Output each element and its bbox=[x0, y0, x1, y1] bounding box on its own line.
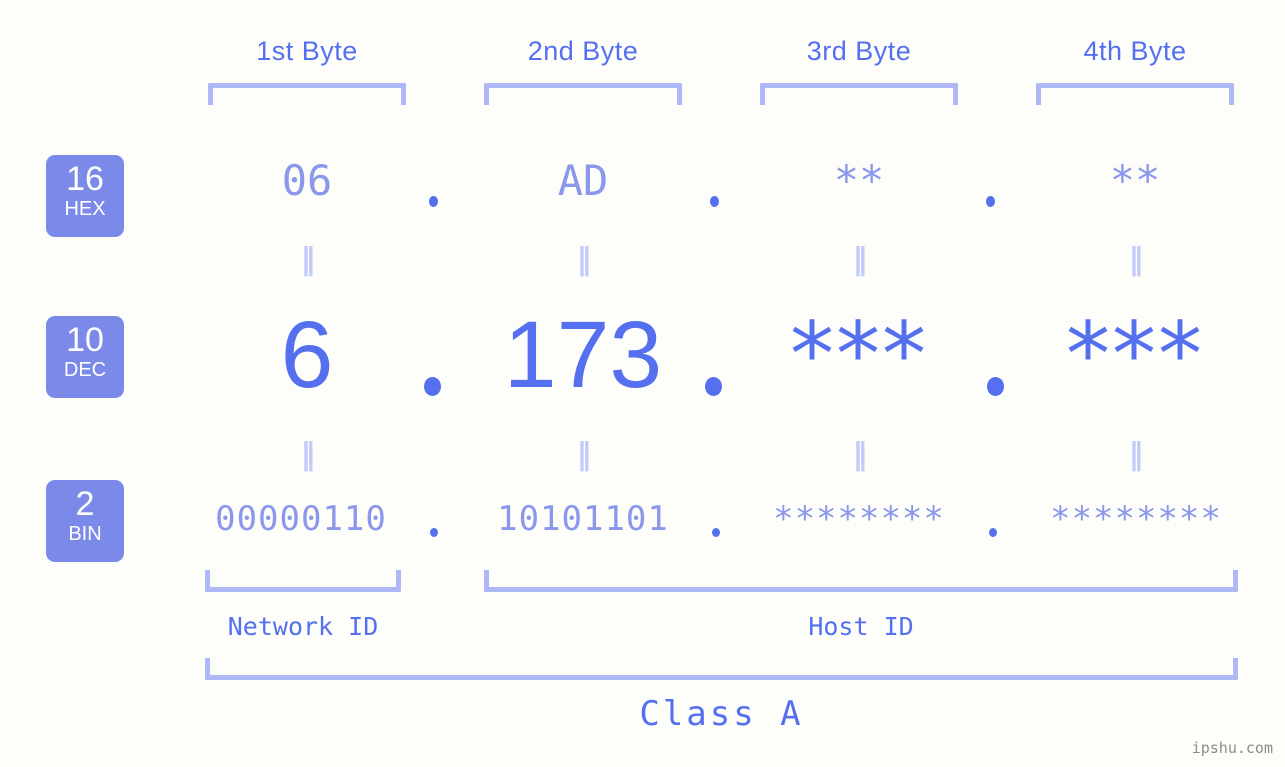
equals-connector-hex-dec-1: ‖ bbox=[300, 242, 316, 277]
byte-header-2: 2nd Byte bbox=[527, 36, 639, 66]
host-id-label: Host ID bbox=[808, 612, 914, 641]
hex-byte-1: 06 bbox=[281, 156, 333, 205]
base-badge-dec-number: 10 bbox=[66, 321, 104, 359]
dec-separator-2 bbox=[705, 377, 722, 396]
byte-bracket-3 bbox=[760, 83, 958, 105]
dec-separator-1 bbox=[424, 377, 441, 396]
equals-connector-hex-dec-2: ‖ bbox=[576, 242, 592, 277]
class-bracket bbox=[205, 658, 1238, 680]
bin-byte-2: 10101101 bbox=[497, 499, 669, 539]
dec-byte-1: 6 bbox=[280, 302, 334, 408]
equals-connector-hex-dec-4: ‖ bbox=[1128, 242, 1144, 277]
bin-byte-1: 00000110 bbox=[215, 499, 387, 539]
network-id-label: Network ID bbox=[227, 612, 379, 641]
dec-byte-4: *** bbox=[1066, 303, 1204, 406]
hex-separator-3 bbox=[986, 196, 995, 207]
base-badge-hex-number: 16 bbox=[66, 160, 104, 198]
equals-connector-hex-dec-3: ‖ bbox=[852, 242, 868, 277]
hex-byte-3: ** bbox=[833, 156, 885, 205]
bin-separator-1 bbox=[430, 528, 438, 537]
hex-separator-1 bbox=[429, 196, 438, 207]
bin-byte-4: ******** bbox=[1050, 499, 1222, 539]
hex-byte-2: AD bbox=[557, 156, 609, 205]
hex-byte-4: ** bbox=[1109, 156, 1161, 205]
equals-connector-dec-bin-1: ‖ bbox=[300, 437, 316, 472]
equals-connector-dec-bin-2: ‖ bbox=[576, 437, 592, 472]
class-label: Class A bbox=[639, 694, 804, 734]
site-watermark: ipshu.com bbox=[1191, 739, 1273, 757]
byte-bracket-2 bbox=[484, 83, 682, 105]
bin-byte-3: ******** bbox=[773, 499, 945, 539]
bin-separator-2 bbox=[712, 528, 720, 537]
base-badge-hex-label: HEX bbox=[64, 198, 106, 220]
base-badge-bin: 2 BIN bbox=[46, 480, 124, 562]
dec-byte-3: *** bbox=[790, 303, 928, 406]
network-id-bracket bbox=[205, 570, 401, 592]
ip-byte-breakdown-diagram: 1st Byte 2nd Byte 3rd Byte 4th Byte 16 H… bbox=[0, 0, 1285, 767]
byte-header-4: 4th Byte bbox=[1083, 36, 1187, 66]
base-badge-bin-number: 2 bbox=[75, 485, 95, 523]
byte-header-3: 3rd Byte bbox=[806, 36, 912, 66]
dec-separator-3 bbox=[987, 377, 1004, 396]
base-badge-bin-label: BIN bbox=[68, 523, 102, 545]
host-id-bracket bbox=[484, 570, 1238, 592]
base-badge-dec: 10 DEC bbox=[46, 316, 124, 398]
base-badge-hex: 16 HEX bbox=[46, 155, 124, 237]
byte-header-1: 1st Byte bbox=[256, 36, 358, 66]
equals-connector-dec-bin-4: ‖ bbox=[1128, 437, 1144, 472]
equals-connector-dec-bin-3: ‖ bbox=[852, 437, 868, 472]
dec-byte-2: 173 bbox=[503, 302, 663, 408]
base-badge-dec-label: DEC bbox=[63, 359, 107, 381]
hex-separator-2 bbox=[710, 196, 719, 207]
bin-separator-3 bbox=[989, 528, 997, 537]
byte-bracket-4 bbox=[1036, 83, 1234, 105]
byte-bracket-1 bbox=[208, 83, 406, 105]
